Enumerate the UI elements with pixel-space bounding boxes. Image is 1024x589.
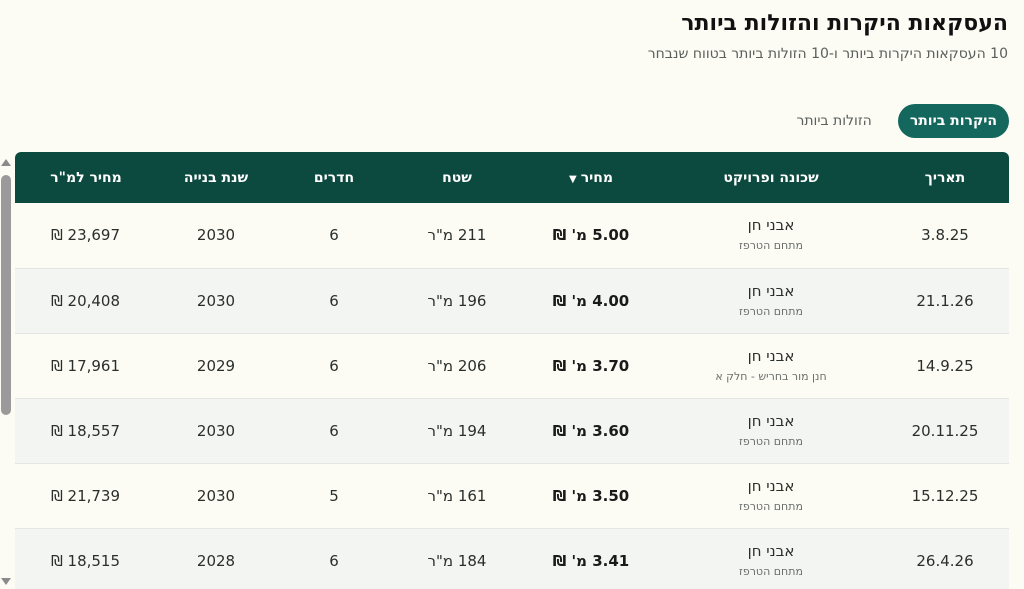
- cell-date: 26.4.26: [916, 551, 974, 570]
- cell-price-per-sqm: 17,961 ₪: [51, 356, 121, 375]
- column-header-price[interactable]: מחיר▼: [521, 152, 661, 203]
- project-name: אבני חן: [747, 216, 795, 235]
- project-sub-name: מתחם הטרפז: [739, 304, 803, 318]
- table-row[interactable]: 15.12.25 אבני חן מתחם הטרפז 3.50 מ' ₪ 161…: [15, 463, 1009, 528]
- cell-price: 3.70 מ' ₪: [552, 356, 630, 375]
- project-name: אבני חן: [747, 411, 795, 430]
- cell-year: 2028: [196, 551, 236, 570]
- project-name: אבני חן: [747, 346, 795, 365]
- deals-table-container: תאריך שכונה ופרויקט מחיר▼ שטח חדרים שנת …: [15, 152, 1009, 589]
- table-row[interactable]: 20.11.25 אבני חן מתחם הטרפז 3.60 מ' ₪ 194…: [15, 398, 1009, 463]
- column-header-project[interactable]: שכונה ופרויקט: [661, 152, 881, 203]
- scrollbar-thumb[interactable]: [1, 175, 11, 415]
- cell-price-per-sqm: 23,697 ₪: [51, 226, 121, 245]
- project-name: אבני חן: [747, 281, 795, 300]
- vertical-scrollbar[interactable]: [0, 155, 13, 585]
- cell-project: אבני חן חנן מור בחריש - חלק א: [661, 333, 881, 398]
- cell-area: 196 מ"ר: [427, 291, 487, 310]
- deals-table: תאריך שכונה ופרויקט מחיר▼ שטח חדרים שנת …: [15, 152, 1009, 589]
- cell-price-per-sqm: 18,557 ₪: [51, 421, 121, 440]
- column-header-area[interactable]: שטח: [393, 152, 521, 203]
- cell-project: אבני חן מתחם הטרפז: [661, 463, 881, 528]
- cell-price-per-sqm: 21,739 ₪: [51, 486, 121, 505]
- cell-price: 3.41 מ' ₪: [552, 551, 630, 570]
- table-row[interactable]: 26.4.26 אבני חן מתחם הטרפז 3.41 מ' ₪ 184 …: [15, 528, 1009, 589]
- column-header-date[interactable]: תאריך: [881, 152, 1009, 203]
- cell-year: 2030: [196, 421, 236, 440]
- cell-price: 5.00 מ' ₪: [552, 226, 630, 245]
- cell-project: אבני חן מתחם הטרפז: [661, 268, 881, 333]
- cell-date: 21.1.26: [916, 291, 974, 310]
- cell-area: 206 מ"ר: [427, 356, 487, 375]
- scroll-up-arrow-icon[interactable]: [1, 159, 11, 166]
- cell-year: 2030: [196, 291, 236, 310]
- sort-down-icon: ▼: [568, 173, 577, 185]
- project-sub-name: מתחם הטרפז: [739, 564, 803, 578]
- cell-rooms: 6: [329, 226, 339, 245]
- section-header: העסקאות היקרות והזולות ביותר 10 העסקאות …: [648, 8, 1008, 64]
- cell-rooms: 5: [329, 486, 339, 505]
- cell-date: 15.12.25: [911, 486, 979, 505]
- tab-cheapest[interactable]: הזולות ביותר: [784, 104, 883, 138]
- cell-rooms: 6: [329, 291, 339, 310]
- cell-year: 2029: [196, 356, 236, 375]
- cell-date: 3.8.25: [921, 226, 969, 245]
- cell-project: אבני חן מתחם הטרפז: [661, 203, 881, 268]
- cell-area: 194 מ"ר: [427, 421, 487, 440]
- table-body: 3.8.25 אבני חן מתחם הטרפז 5.00 מ' ₪ 211 מ…: [15, 203, 1009, 589]
- cell-price-per-sqm: 20,408 ₪: [51, 291, 121, 310]
- column-header-price-per-sqm[interactable]: מחיר למ"ר: [15, 152, 157, 203]
- cell-area: 211 מ"ר: [427, 226, 487, 245]
- project-name: אבני חן: [747, 476, 795, 495]
- cell-project: אבני חן מתחם הטרפז: [661, 528, 881, 589]
- page: העסקאות היקרות והזולות ביותר 10 העסקאות …: [0, 0, 1024, 589]
- tab-bar: היקרות ביותר הזולות ביותר: [784, 104, 1009, 138]
- cell-year: 2030: [196, 486, 236, 505]
- column-header-year[interactable]: שנת בנייה: [157, 152, 275, 203]
- table-row[interactable]: 21.1.26 אבני חן מתחם הטרפז 4.00 מ' ₪ 196 …: [15, 268, 1009, 333]
- table-row[interactable]: 14.9.25 אבני חן חנן מור בחריש - חלק א 3.7…: [15, 333, 1009, 398]
- table-row[interactable]: 3.8.25 אבני חן מתחם הטרפז 5.00 מ' ₪ 211 מ…: [15, 203, 1009, 268]
- project-sub-name: חנן מור בחריש - חלק א: [715, 369, 827, 383]
- cell-rooms: 6: [329, 356, 339, 375]
- project-sub-name: מתחם הטרפז: [739, 239, 803, 253]
- cell-date: 14.9.25: [916, 356, 974, 375]
- cell-area: 161 מ"ר: [427, 486, 487, 505]
- project-name: אבני חן: [747, 541, 795, 560]
- cell-project: אבני חן מתחם הטרפז: [661, 398, 881, 463]
- cell-price: 3.50 מ' ₪: [552, 486, 630, 505]
- cell-price-per-sqm: 18,515 ₪: [51, 551, 121, 570]
- project-sub-name: מתחם הטרפז: [739, 434, 803, 448]
- section-subtitle: 10 העסקאות היקרות ביותר ו-10 הזולות ביות…: [647, 46, 1008, 62]
- project-sub-name: מתחם הטרפז: [739, 499, 803, 513]
- column-header-rooms[interactable]: חדרים: [275, 152, 393, 203]
- cell-rooms: 6: [329, 551, 339, 570]
- cell-year: 2030: [196, 226, 236, 245]
- cell-area: 184 מ"ר: [427, 551, 487, 570]
- section-title: העסקאות היקרות והזולות ביותר: [681, 11, 1008, 36]
- cell-date: 20.11.25: [911, 421, 979, 440]
- cell-price: 4.00 מ' ₪: [552, 291, 630, 310]
- scroll-down-arrow-icon[interactable]: [1, 578, 11, 585]
- table-header: תאריך שכונה ופרויקט מחיר▼ שטח חדרים שנת …: [15, 152, 1009, 203]
- cell-rooms: 6: [329, 421, 339, 440]
- cell-price: 3.60 מ' ₪: [552, 421, 630, 440]
- tab-most-expensive[interactable]: היקרות ביותר: [897, 104, 1009, 138]
